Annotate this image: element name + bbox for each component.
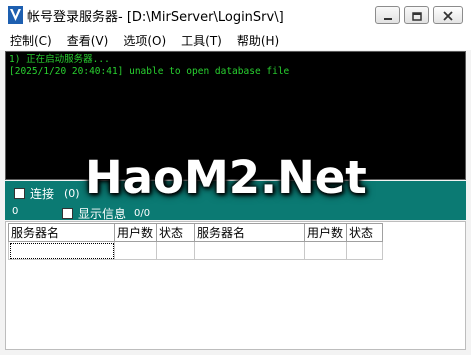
menu-bar: 控制(C) 查看(V) 选项(O) 工具(T) 帮助(H) (0, 30, 471, 50)
server-table-area: 服务器名 用户数 状态 服务器名 用户数 状态 (5, 221, 466, 350)
menu-view[interactable]: 查看(V) (67, 32, 109, 49)
menu-control[interactable]: 控制(C) (10, 32, 52, 49)
close-button[interactable] (433, 6, 463, 24)
col-header-server-name[interactable]: 服务器名 (8, 223, 115, 242)
show-info-label: 显示信息 (78, 207, 127, 221)
minimize-button[interactable] (375, 6, 400, 24)
log-line: [2025/1/20 20:40:41] unable to open data… (9, 66, 290, 77)
table-row[interactable] (8, 241, 383, 260)
table-cell[interactable] (304, 241, 347, 260)
v-app-icon (8, 6, 23, 24)
connect-checkbox-row[interactable]: 连接 (0) (14, 185, 80, 202)
status-panel: 连接 (0) 0 显示信息 0/0 (5, 181, 466, 222)
col-header-status-2[interactable]: 状态 (346, 223, 383, 242)
connect-label: 连接 (30, 187, 55, 201)
table-cell[interactable] (114, 241, 157, 260)
menu-help[interactable]: 帮助(H) (237, 32, 279, 49)
col-header-user-count[interactable]: 用户数 (114, 223, 157, 242)
table-cell[interactable] (346, 241, 383, 260)
menu-tools[interactable]: 工具(T) (181, 32, 222, 49)
window-title: 帐号登录服务器- [D:\MirServer\LoginSrv\] (27, 9, 284, 25)
connect-checkbox[interactable] (14, 188, 25, 199)
log-console[interactable]: 1) 正在启动服务器... [2025/1/20 20:40:41] unabl… (5, 51, 466, 180)
log-line: 1) 正在启动服务器... (9, 54, 110, 65)
table-header-row: 服务器名 用户数 状态 服务器名 用户数 状态 (8, 223, 383, 242)
col-header-status[interactable]: 状态 (156, 223, 195, 242)
table-cell[interactable] (194, 241, 305, 260)
left-count: 0 (12, 206, 19, 217)
table-cell[interactable] (156, 241, 195, 260)
info-count: 0/0 (134, 208, 151, 219)
title-bar[interactable]: 帐号登录服务器- [D:\MirServer\LoginSrv\] (0, 0, 471, 30)
show-info-checkbox-row[interactable]: 显示信息 0/0 (62, 205, 150, 222)
maximize-button[interactable] (404, 6, 429, 24)
col-header-user-count-2[interactable]: 用户数 (304, 223, 347, 242)
table-cell[interactable] (8, 241, 115, 260)
minimize-icon (383, 6, 393, 25)
show-info-checkbox[interactable] (62, 208, 73, 219)
close-icon (443, 6, 453, 25)
window-controls (375, 6, 463, 24)
col-header-server-name-2[interactable]: 服务器名 (194, 223, 305, 242)
connect-count: (0) (64, 187, 80, 200)
maximize-icon (411, 6, 422, 25)
server-table[interactable]: 服务器名 用户数 状态 服务器名 用户数 状态 (8, 223, 383, 260)
login-server-window: 帐号登录服务器- [D:\MirServer\LoginSrv\] 控制(C) … (0, 0, 471, 355)
menu-options[interactable]: 选项(O) (123, 32, 166, 49)
